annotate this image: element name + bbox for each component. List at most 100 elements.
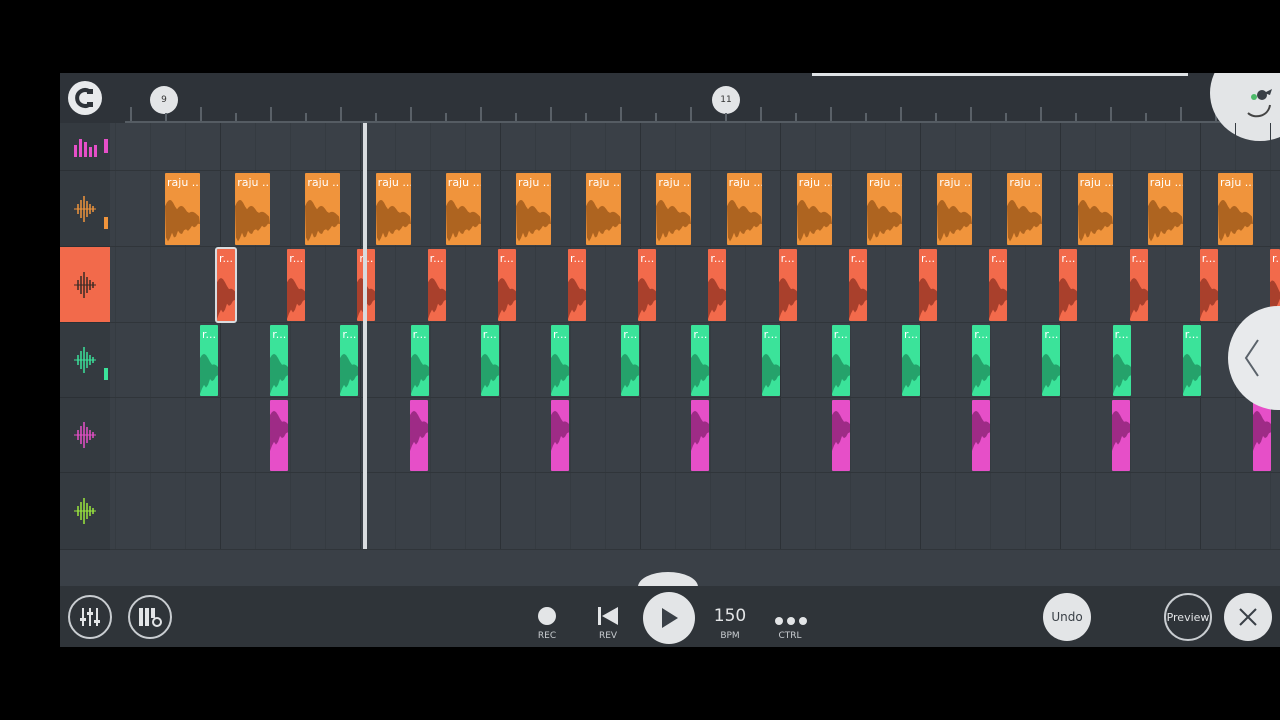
track-lane[interactable]	[110, 247, 1280, 323]
ruler-tick	[690, 107, 692, 121]
pattern-clip[interactable]	[1112, 400, 1131, 471]
waveform-icon	[74, 347, 96, 373]
track-header[interactable]	[60, 398, 110, 473]
clip-label: r...	[553, 328, 568, 341]
track-header[interactable]	[60, 323, 110, 398]
tempo-value[interactable]: 150	[705, 606, 755, 626]
clip-label: r...	[1061, 252, 1076, 265]
clip-label: r...	[921, 252, 936, 265]
pattern-clip[interactable]: r...	[340, 325, 359, 396]
pattern-clip[interactable]: r...	[778, 249, 797, 321]
pattern-clip[interactable]: r...	[691, 325, 710, 396]
track-lane[interactable]	[110, 123, 1280, 171]
piano-settings-button[interactable]	[128, 595, 172, 639]
play-button[interactable]	[643, 592, 695, 644]
pattern-clip[interactable]: raju ...	[1147, 173, 1183, 245]
clip-label: raju ...	[869, 176, 902, 189]
pattern-clip[interactable]: r...	[708, 249, 727, 321]
pattern-clip[interactable]	[410, 400, 429, 471]
playhead[interactable]	[363, 123, 367, 549]
track-header[interactable]	[60, 123, 110, 171]
pattern-clip[interactable]: raju ...	[586, 173, 622, 245]
pattern-clip[interactable]: r...	[1112, 325, 1131, 396]
pattern-clip[interactable]: r...	[919, 249, 937, 321]
pattern-clip[interactable]: r...	[480, 325, 499, 396]
pattern-clip[interactable]: r...	[761, 325, 780, 396]
ruler-tick	[795, 113, 797, 121]
pattern-clip[interactable]: r...	[831, 325, 850, 396]
bpm-label: BPM	[720, 631, 740, 641]
magnet-icon[interactable]	[68, 81, 102, 115]
timeline-ruler-bar[interactable]: 9 11	[60, 73, 1280, 141]
pattern-clip[interactable]: r...	[621, 325, 640, 396]
pattern-clip[interactable]: raju ...	[867, 173, 902, 245]
pattern-clip[interactable]: r...	[1182, 325, 1201, 396]
clip-label: r...	[272, 328, 287, 341]
ruler[interactable]	[125, 101, 1280, 123]
track-header[interactable]	[60, 247, 110, 323]
pattern-clip[interactable]: raju ...	[445, 173, 481, 245]
pattern-clip[interactable]: raju ...	[656, 173, 692, 245]
pattern-clip[interactable]	[972, 400, 990, 471]
pattern-clip[interactable]: r...	[215, 247, 237, 323]
pattern-clip[interactable]: raju ...	[375, 173, 411, 245]
pattern-clip[interactable]: r...	[1042, 325, 1061, 396]
close-button[interactable]	[1224, 593, 1272, 641]
pattern-clip[interactable]	[831, 400, 850, 471]
mixer-button[interactable]	[68, 595, 112, 639]
pattern-clip[interactable]: r...	[989, 249, 1008, 321]
more-button[interactable]	[774, 611, 808, 625]
preview-button[interactable]: Preview	[1164, 593, 1212, 641]
clip-label: raju ...	[798, 176, 832, 189]
pattern-clip[interactable]: r...	[551, 325, 569, 396]
pattern-clip[interactable]: r...	[638, 249, 657, 321]
track-lane[interactable]	[110, 473, 1280, 550]
pattern-clip[interactable]: r...	[972, 325, 991, 396]
pattern-clip[interactable]: r...	[287, 249, 306, 321]
pattern-clip[interactable]: r...	[902, 325, 920, 396]
clip-label: r...	[219, 252, 234, 265]
clip-label: r...	[904, 328, 919, 341]
horizontal-scroll-indicator[interactable]	[812, 73, 1188, 76]
pattern-clip[interactable]: r...	[270, 325, 289, 396]
pattern-clip[interactable]	[550, 400, 569, 471]
clip-label: raju ...	[377, 176, 411, 189]
play-icon	[662, 608, 678, 628]
pattern-clip[interactable]: r...	[200, 325, 218, 396]
pattern-clip[interactable]: raju ...	[235, 173, 271, 245]
pattern-clip[interactable]: raju ...	[165, 173, 200, 245]
waveform-icon	[74, 271, 96, 298]
track-header[interactable]	[60, 171, 110, 247]
clip-label: r...	[763, 328, 778, 341]
record-button[interactable]	[538, 607, 556, 625]
pattern-clip[interactable]: r...	[1129, 249, 1148, 321]
pattern-clip[interactable]: r...	[497, 249, 516, 321]
pattern-clip[interactable]: r...	[427, 249, 446, 321]
pattern-clip[interactable]: r...	[410, 325, 429, 396]
clip-label: r...	[429, 252, 444, 265]
clip-label: r...	[693, 328, 708, 341]
waveform-icon	[74, 195, 96, 222]
pattern-clip[interactable]: r...	[848, 249, 867, 321]
pattern-clip[interactable]	[1252, 400, 1271, 471]
clip-label: r...	[623, 328, 638, 341]
pattern-clip[interactable]: raju ...	[796, 173, 832, 245]
pattern-clip[interactable]: raju ...	[1218, 173, 1253, 245]
pattern-clip[interactable]	[270, 400, 288, 471]
pattern-clip[interactable]: raju ...	[1077, 173, 1113, 245]
pattern-clip[interactable]	[691, 400, 710, 471]
clip-label: r...	[780, 252, 795, 265]
pattern-clip[interactable]: raju ...	[937, 173, 973, 245]
undo-button[interactable]: Undo	[1043, 593, 1091, 641]
level-meter	[104, 139, 108, 153]
rewind-button[interactable]	[596, 606, 620, 626]
pattern-clip[interactable]: raju ...	[726, 173, 762, 245]
pattern-clip[interactable]: r...	[1199, 249, 1218, 321]
pattern-clip[interactable]: raju ...	[1007, 173, 1043, 245]
ruler-tick	[1040, 107, 1042, 121]
pattern-clip[interactable]: raju ...	[305, 173, 341, 245]
pattern-clip[interactable]: raju ...	[516, 173, 551, 245]
pattern-clip[interactable]: r...	[568, 249, 586, 321]
track-header[interactable]	[60, 473, 110, 550]
pattern-clip[interactable]: r...	[1059, 249, 1078, 321]
